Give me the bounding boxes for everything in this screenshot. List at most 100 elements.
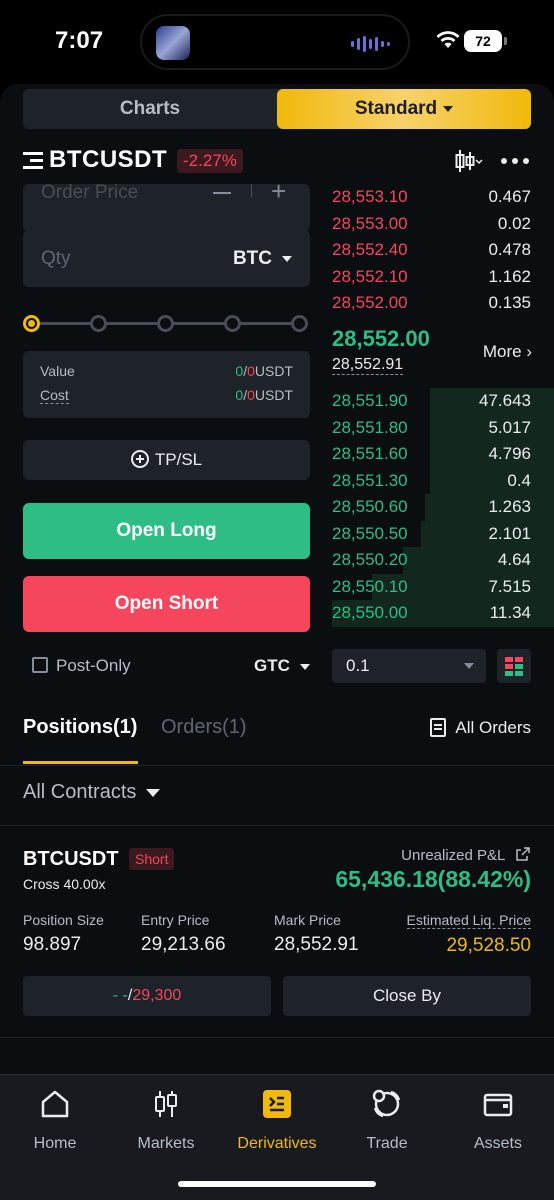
tab-trade[interactable]: Trade (337, 1085, 437, 1153)
post-only-checkbox[interactable]: Post-Only (32, 656, 131, 676)
ask-row[interactable]: 28,552.10 1.162 (332, 264, 554, 291)
more-options-icon[interactable] (501, 158, 529, 164)
order-price-input[interactable]: Order Price + (23, 184, 310, 232)
wifi-icon (436, 31, 460, 48)
view-toggle: Charts Standard (23, 89, 531, 129)
price-increase-button[interactable]: + (271, 184, 286, 204)
tab-assets[interactable]: Assets (448, 1085, 548, 1153)
tab-charts[interactable]: Charts (23, 89, 277, 129)
positions-tabs: Positions(1) Orders(1) All Orders (23, 716, 531, 766)
entry-price-label: Entry Price (141, 912, 210, 928)
order-book-mid: 28,552.00 28,552.91 More › (332, 326, 532, 375)
ask-row[interactable]: 28,552.40 0.478 (332, 237, 554, 264)
cost-label: Cost (40, 387, 69, 404)
all-orders-link[interactable]: All Orders (430, 718, 531, 738)
bid-row[interactable]: 28,550.50 2.101 (332, 520, 554, 547)
slider-step-100[interactable] (291, 315, 308, 332)
ask-row[interactable]: 28,553.10 0.467 (332, 184, 554, 211)
price-decrease-button[interactable] (213, 192, 231, 194)
order-book-more-link[interactable]: More › (483, 342, 532, 362)
value-label: Value (40, 363, 75, 379)
bid-row[interactable]: 28,550.10 7.515 (332, 573, 554, 600)
cost-amount: 0/0USDT (235, 387, 293, 403)
bid-row[interactable]: 28,551.60 4.796 (332, 441, 554, 468)
bid-row[interactable]: 28,550.20 4.64 (332, 547, 554, 574)
price-aggregation-select[interactable]: 0.1 (332, 649, 486, 683)
quantity-input[interactable]: Qty BTC (23, 230, 310, 287)
add-circle-icon (130, 450, 149, 468)
open-long-button[interactable]: Open Long (23, 503, 310, 559)
entry-price-value: 29,213.66 (141, 934, 226, 955)
close-by-button[interactable]: Close By (283, 976, 531, 1016)
audio-wave-icon (351, 36, 390, 52)
assets-icon (483, 1093, 513, 1117)
markets-icon (155, 1091, 177, 1117)
home-indicator[interactable] (178, 1181, 376, 1187)
order-book-bids: 28,551.90 47.643 28,551.80 5.017 28,551.60… (332, 388, 554, 627)
order-value-summary: Value 0/0USDT Cost 0/0USDT (23, 351, 310, 418)
position-side-badge: Short (129, 848, 175, 870)
tab-markets[interactable]: Markets (116, 1085, 216, 1153)
tab-standard[interactable]: Standard (277, 89, 531, 129)
bid-depth-bar (403, 547, 554, 574)
tab-home[interactable]: Home (5, 1085, 105, 1153)
bid-depth-bar (429, 467, 554, 494)
unrealized-pnl-value: 65,436.18(88.42%) (335, 866, 531, 892)
position-size-label: Position Size (23, 912, 104, 928)
price-change-badge: -2.27% (177, 149, 243, 173)
mark-price[interactable]: 28,552.91 (332, 356, 404, 375)
position-size-value: 98.897 (23, 934, 82, 955)
slider-handle[interactable] (23, 315, 40, 332)
liq-price-value: 29,528.50 (446, 935, 531, 956)
symbol-menu-icon[interactable] (23, 152, 43, 170)
status-bar: 7:07 72 (0, 0, 554, 84)
bid-depth-bar (420, 520, 554, 547)
share-icon[interactable] (515, 846, 531, 862)
dynamic-island[interactable] (140, 14, 410, 70)
position-symbol[interactable]: BTCUSDT (23, 848, 119, 871)
chevron-down-icon (299, 663, 310, 670)
checkbox-icon (32, 657, 48, 673)
time-in-force-select[interactable]: GTC (254, 656, 310, 676)
active-tab-indicator (23, 761, 138, 764)
contracts-filter[interactable]: All Contracts (23, 781, 161, 804)
chevron-down-icon (443, 105, 454, 112)
open-short-button[interactable]: Open Short (23, 576, 310, 632)
bid-row[interactable]: 28,551.80 5.017 (332, 414, 554, 441)
bid-row[interactable]: 28,550.60 1.263 (332, 494, 554, 521)
position-card: BTCUSDT Short Cross 40.00x Unrealized P&… (23, 844, 531, 1024)
tab-positions[interactable]: Positions(1) (23, 716, 137, 739)
bid-row[interactable]: 28,551.90 47.643 (332, 388, 554, 415)
slider-step-50[interactable] (157, 315, 174, 332)
status-time: 7:07 (55, 27, 104, 54)
bid-row[interactable]: 28,551.30 0.4 (332, 467, 554, 494)
chevron-down-icon (282, 255, 292, 262)
symbol-title[interactable]: BTCUSDT (49, 146, 167, 174)
trade-icon (372, 1089, 401, 1118)
bid-row[interactable]: 28,550.00 11.34 (332, 600, 554, 627)
mark-price-label: Mark Price (274, 912, 341, 928)
order-book-layout-icon[interactable] (497, 649, 531, 683)
derivatives-icon (263, 1090, 291, 1118)
candlestick-chart-icon[interactable] (455, 148, 483, 174)
tpsl-button[interactable]: TP/SL (23, 440, 310, 480)
value-amount: 0/0USDT (235, 363, 293, 379)
qty-percent-slider[interactable] (23, 312, 310, 336)
unrealized-pnl-label[interactable]: Unrealized P&L (401, 846, 531, 864)
chevron-down-icon (146, 788, 161, 797)
battery-indicator: 72 (464, 30, 507, 52)
symbol-header: BTCUSDT -2.27% (23, 146, 531, 176)
qty-unit-select[interactable]: BTC (233, 248, 292, 270)
slider-step-75[interactable] (224, 315, 241, 332)
ask-row[interactable]: 28,552.00 0.135 (332, 290, 554, 317)
margin-mode[interactable]: Cross 40.00x (23, 876, 105, 892)
tab-derivatives[interactable]: Derivatives (227, 1085, 327, 1153)
tab-orders[interactable]: Orders(1) (161, 716, 247, 739)
position-tpsl-button[interactable]: - -/29,300 (23, 976, 271, 1016)
home-icon (41, 1090, 69, 1118)
slider-step-25[interactable] (90, 315, 107, 332)
order-price-placeholder: Order Price (41, 184, 139, 203)
ask-row[interactable]: 28,553.00 0.02 (332, 211, 554, 238)
qty-placeholder: Qty (41, 248, 71, 269)
liq-price-label[interactable]: Estimated Liq. Price (406, 912, 531, 929)
